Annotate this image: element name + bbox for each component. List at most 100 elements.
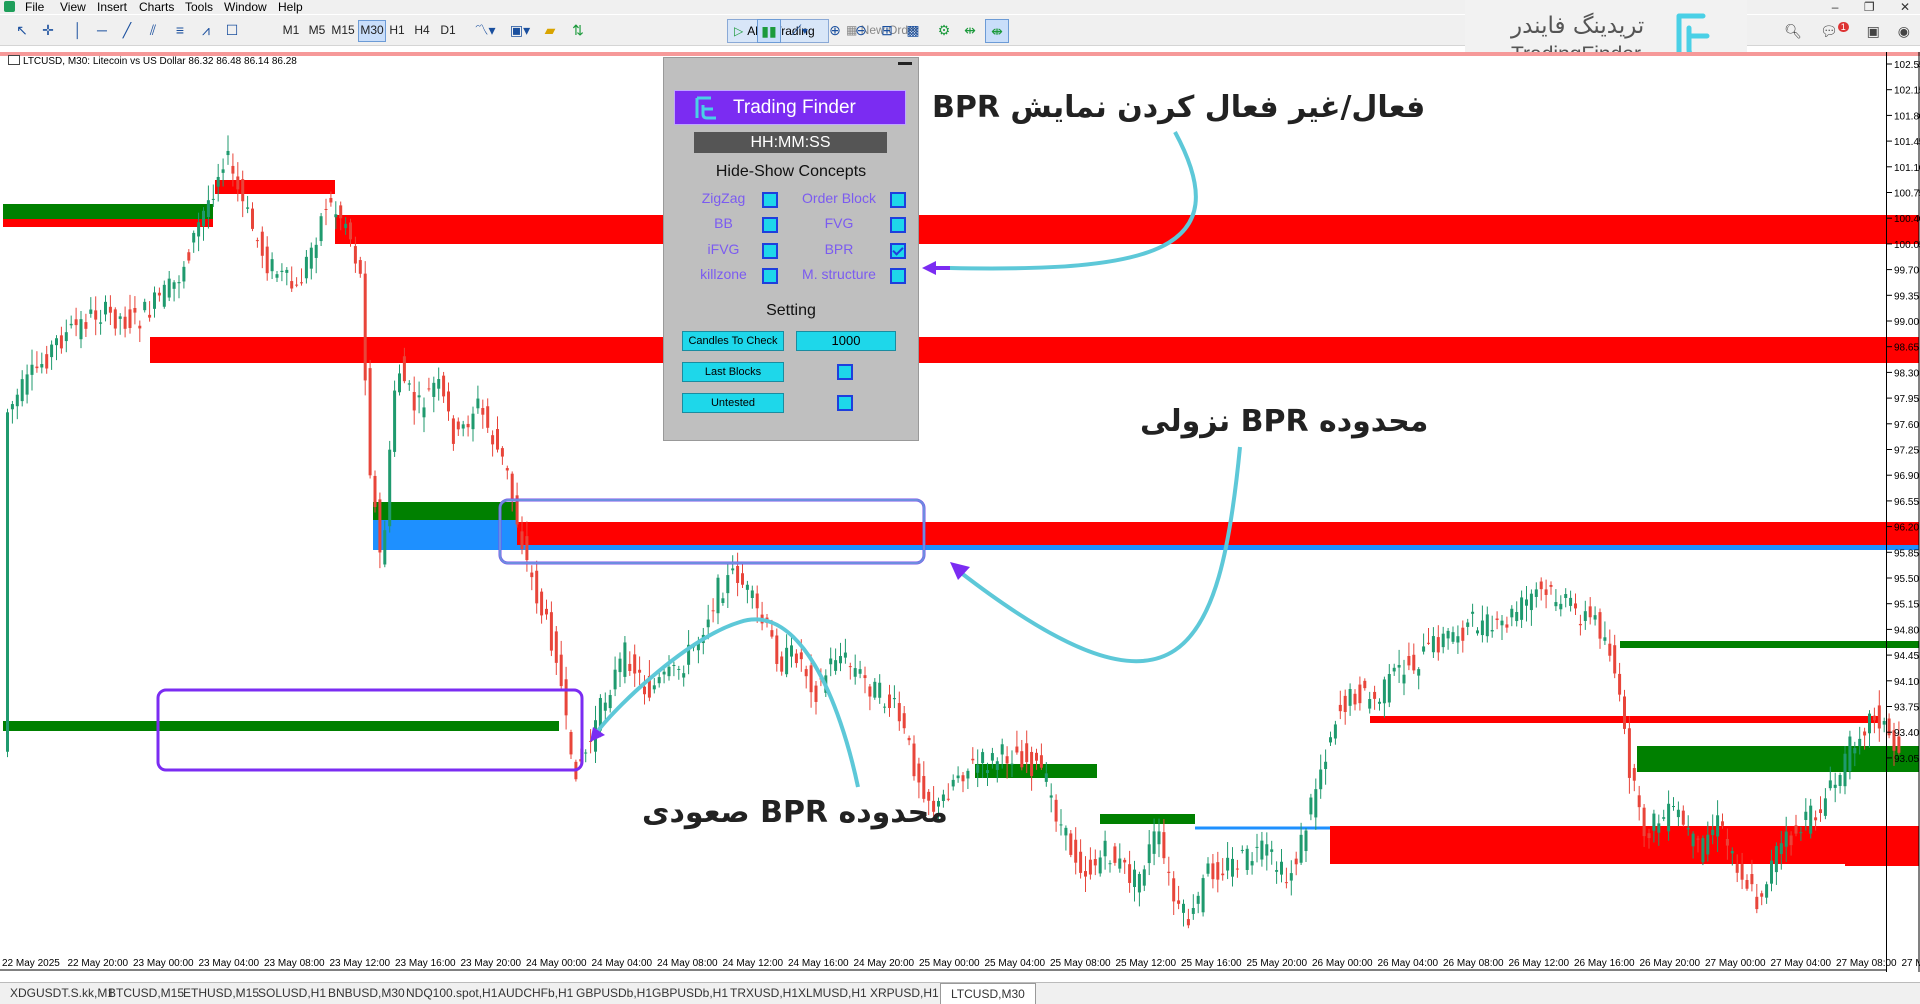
account-icon[interactable]: ▣	[1867, 23, 1880, 39]
candle-body	[1349, 689, 1352, 706]
cursor-icon[interactable]: ↖	[12, 19, 32, 41]
crosshair-icon[interactable]: ✛	[38, 19, 58, 41]
menu-view[interactable]: View	[60, 0, 86, 14]
candle-body	[1403, 675, 1406, 684]
menu-help[interactable]: Help	[278, 0, 303, 14]
candle-body	[506, 468, 509, 470]
panel-minimize-icon[interactable]	[898, 62, 912, 65]
candle-body	[1040, 755, 1043, 767]
chart-tab[interactable]: XRPUSD,H1	[870, 986, 939, 1000]
shapes-icon[interactable]: ⩘	[196, 19, 216, 41]
candle-body	[1113, 846, 1116, 862]
tf-m30[interactable]: M30	[358, 20, 386, 42]
candles-to-check-input[interactable]: 1000	[796, 331, 896, 351]
candle-body	[457, 422, 460, 430]
untested-checkbox[interactable]	[837, 395, 853, 411]
concept-fvg-checkbox[interactable]	[890, 217, 906, 233]
tf-m5[interactable]: M5	[306, 20, 328, 40]
chart-tab[interactable]: LTCUSD,M30	[940, 983, 1036, 1004]
tf-h4[interactable]: H4	[411, 20, 433, 40]
menu-file[interactable]: File	[25, 0, 44, 14]
tf-m15[interactable]: M15	[330, 20, 356, 40]
candle-body	[1466, 622, 1469, 626]
line-chart-icon[interactable]: ⟋▾	[785, 19, 815, 41]
signals-icon[interactable]: ◉	[1898, 23, 1910, 39]
candle-body	[467, 424, 470, 427]
candle-body	[1118, 859, 1121, 869]
concept-orderblock-checkbox[interactable]	[890, 192, 906, 208]
chart-tab[interactable]: NDQ100.spot,H1	[406, 986, 497, 1000]
grid-icon[interactable]: ⊞	[877, 19, 897, 41]
candle-body	[1260, 841, 1263, 860]
fibonacci-icon[interactable]: ≡	[170, 19, 190, 41]
concept-ifvg-checkbox[interactable]	[762, 243, 778, 259]
concept-killzone-checkbox[interactable]	[762, 268, 778, 284]
vertical-line-icon[interactable]: │	[68, 19, 88, 41]
channel-icon[interactable]: ⫽	[143, 19, 163, 41]
candle-body	[829, 659, 832, 665]
settings-icon[interactable]: ⚙	[934, 19, 954, 41]
autoscroll-icon[interactable]: ⇹	[960, 19, 980, 41]
chart-tab[interactable]: TRXUSD,H1	[730, 986, 798, 1000]
chart-shift-icon[interactable]: ⇼	[985, 19, 1009, 43]
candle-body	[712, 610, 715, 611]
chart-tab[interactable]: SOLUSD,H1	[258, 986, 326, 1000]
chart-tab[interactable]: BTCUSD,M15	[108, 986, 184, 1000]
concept-bpr-checkbox[interactable]	[890, 243, 906, 259]
folder-icon[interactable]: ▰	[540, 19, 560, 41]
candle-body	[1192, 908, 1195, 914]
untested-button[interactable]: Untested	[682, 393, 784, 413]
candle-body	[873, 682, 876, 698]
candles-to-check-button[interactable]: Candles To Check	[682, 331, 784, 351]
candle-body	[261, 232, 264, 256]
restore-icon[interactable]: ❐	[1864, 0, 1875, 14]
zone-green-3	[3, 721, 559, 731]
market-watch-icon[interactable]: ⇅	[568, 19, 588, 41]
candle-body	[1505, 624, 1508, 627]
candle-body	[790, 645, 793, 656]
menu-window[interactable]: Window	[224, 0, 267, 14]
chart-tab[interactable]: AUDCHFb,H1	[498, 986, 573, 1000]
templates-icon[interactable]: ▣▾	[505, 19, 535, 41]
zoom-in-icon[interactable]: ⊕	[825, 19, 845, 41]
concept-mstructure-checkbox[interactable]	[890, 268, 906, 284]
horizontal-line-icon[interactable]: ─	[92, 19, 112, 41]
candle-body	[864, 675, 867, 678]
candles-icon[interactable]: ▮▮	[757, 19, 781, 43]
time-tick-label: 23 May 08:00	[264, 958, 325, 969]
candle-body	[163, 285, 166, 307]
chart-tab[interactable]: XDGUSDT.S.kk,M1	[10, 986, 114, 1000]
indicators-icon[interactable]: 〽▾	[470, 19, 500, 41]
candle-body	[555, 631, 558, 662]
text-icon[interactable]: ☐	[222, 19, 242, 41]
tf-h1[interactable]: H1	[386, 20, 408, 40]
chart-tab[interactable]: ETHUSD,M15	[183, 986, 259, 1000]
chat-icon[interactable]: 💬︎1	[1820, 23, 1849, 39]
tf-d1[interactable]: D1	[437, 20, 459, 40]
menu-insert[interactable]: Insert	[97, 0, 127, 14]
concept-zigzag-checkbox[interactable]	[762, 192, 778, 208]
last-blocks-checkbox[interactable]	[837, 364, 853, 380]
chart-tab[interactable]: GBPUSDb,H1	[652, 986, 728, 1000]
menu-tools[interactable]: Tools	[185, 0, 213, 14]
search-icon[interactable]: 🔍︎	[1784, 23, 1802, 39]
candle-body	[550, 612, 553, 650]
last-blocks-button[interactable]: Last Blocks	[682, 362, 784, 382]
price-chart[interactable]: 102.55102.15101.80101.45101.10100.75100.…	[0, 52, 1920, 972]
screenshot-icon[interactable]: ▩	[903, 19, 923, 41]
minimize-icon[interactable]: –	[1832, 0, 1839, 14]
trendline-icon[interactable]: ╱	[117, 19, 137, 41]
chart-tab[interactable]: BNBUSD,M30	[328, 986, 405, 1000]
close-icon[interactable]: ✕	[1900, 0, 1910, 14]
price-tick-label: 95.15	[1894, 600, 1919, 611]
tf-m1[interactable]: M1	[280, 20, 302, 40]
candle-body	[888, 695, 891, 708]
candle-body	[868, 686, 871, 696]
zoom-out-icon[interactable]: ⊖	[851, 19, 871, 41]
concepts-title: Hide-Show Concepts	[664, 163, 918, 181]
candle-body	[643, 687, 646, 695]
menu-charts[interactable]: Charts	[139, 0, 174, 14]
concept-bb-checkbox[interactable]	[762, 217, 778, 233]
chart-tab[interactable]: GBPUSDb,H1	[576, 986, 652, 1000]
chart-tab[interactable]: XLMUSD,H1	[798, 986, 867, 1000]
